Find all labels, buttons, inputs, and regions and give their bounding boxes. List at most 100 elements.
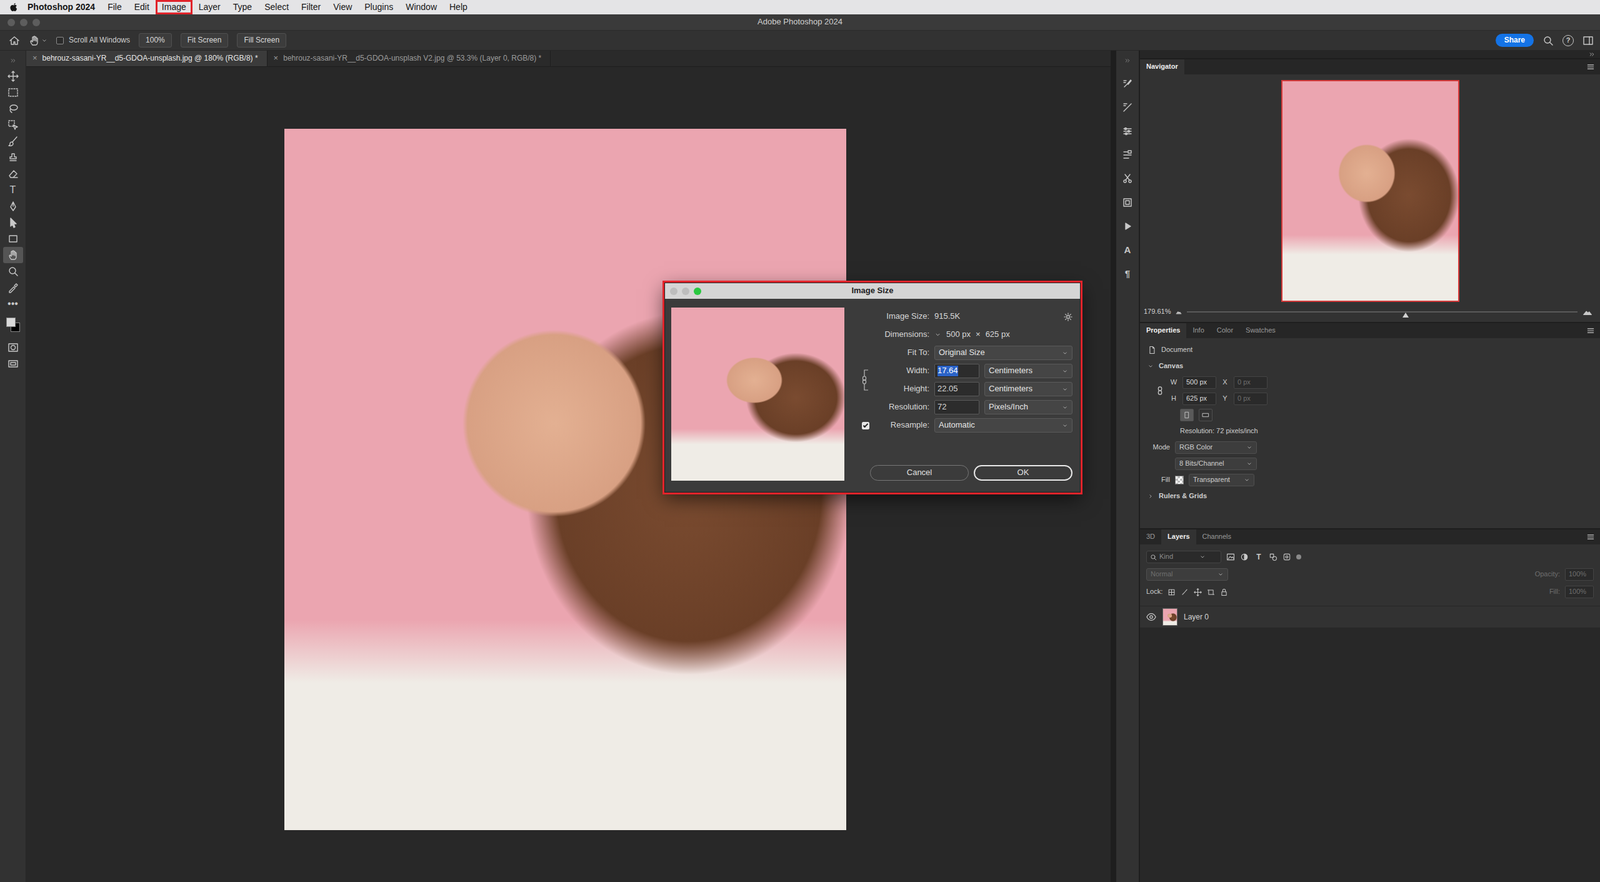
rulers-section-header[interactable]: Rulers & Grids	[1147, 488, 1594, 505]
constrain-proportions-link[interactable]	[858, 361, 874, 399]
menu-item[interactable]: Plugins	[359, 1, 399, 14]
collapse-icon[interactable]	[10, 53, 17, 69]
minimize-button[interactable]	[681, 287, 690, 295]
panel-button[interactable]	[1118, 170, 1137, 187]
help-button[interactable]: ?	[1562, 35, 1574, 47]
tool-button[interactable]	[3, 214, 24, 231]
home-icon[interactable]	[8, 35, 20, 47]
panel-button[interactable]	[1118, 75, 1137, 92]
tool-button[interactable]	[3, 100, 24, 117]
menu-item[interactable]: Window	[400, 1, 442, 14]
panel-menu-icon[interactable]	[1586, 529, 1595, 545]
menu-item[interactable]: Layer	[193, 1, 226, 14]
eye-icon[interactable]	[1146, 611, 1157, 622]
tool-preset-picker[interactable]	[28, 35, 48, 47]
tool-button[interactable]	[3, 339, 24, 356]
tool-button[interactable]	[3, 230, 24, 247]
tool-button[interactable]	[3, 68, 24, 85]
share-button[interactable]: Share	[1495, 33, 1534, 48]
tool-button[interactable]	[3, 246, 24, 264]
opacity-field[interactable]: 100%	[1565, 568, 1594, 581]
view-button[interactable]: Fill Screen	[236, 33, 287, 49]
height-unit-select[interactable]: Centimeters	[984, 381, 1073, 396]
canvas-x-field[interactable]: 0 px	[1233, 376, 1268, 389]
fill-select[interactable]: Transparent	[1188, 473, 1255, 487]
value-field[interactable]: 17.64	[934, 363, 980, 378]
panel-menu-icon[interactable]	[1586, 59, 1595, 75]
fit-to-select[interactable]: Original Size	[934, 345, 1073, 360]
navigator-thumbnail[interactable]	[1282, 81, 1459, 301]
fill-field[interactable]: 100%	[1565, 585, 1594, 599]
menu-item[interactable]: Help	[444, 1, 473, 14]
fill-swatch[interactable]	[1175, 475, 1184, 485]
layer-name[interactable]: Layer 0	[1183, 612, 1209, 622]
panel-button[interactable]	[1118, 99, 1137, 116]
shape-filter-icon[interactable]	[1268, 552, 1278, 562]
type-filter-icon[interactable]: T	[1253, 552, 1264, 562]
panel-button[interactable]: ¶	[1118, 265, 1137, 282]
view-button[interactable]: Fit Screen	[180, 33, 229, 49]
tool-button[interactable]	[3, 165, 24, 182]
menu-item[interactable]: View	[328, 1, 357, 14]
dialog-button[interactable]: Cancel	[870, 465, 969, 481]
scroll-all-windows-checkbox[interactable]	[56, 36, 64, 45]
menu-item[interactable]: Filter	[296, 1, 326, 14]
panel-tab[interactable]: Properties	[1140, 323, 1187, 339]
zoom-button[interactable]	[32, 18, 40, 27]
collapse-icon[interactable]	[1124, 53, 1131, 69]
zoom-out-icon[interactable]	[1175, 308, 1182, 315]
minimize-button[interactable]	[20, 18, 28, 27]
tool-button[interactable]: •••	[3, 295, 24, 312]
panel-button[interactable]	[1118, 194, 1137, 211]
close-tab-button[interactable]: ×	[273, 53, 279, 64]
zoom-slider-thumb[interactable]	[1402, 312, 1409, 318]
gear-icon[interactable]	[1063, 312, 1073, 322]
link-icon[interactable]	[1155, 385, 1165, 396]
panel-tab[interactable]: Navigator	[1140, 59, 1185, 75]
menu-item[interactable]: Edit	[129, 1, 155, 14]
document-tab[interactable]: ×behrouz-sasani-YR__d5-GDOA-unsplash.jpg…	[26, 50, 268, 67]
tool-button[interactable]	[3, 149, 24, 166]
canvas-w-field[interactable]: 500 px	[1182, 376, 1217, 389]
pixel-filter-icon[interactable]	[1226, 552, 1235, 562]
tool-button[interactable]	[3, 116, 24, 134]
tool-button[interactable]	[3, 355, 24, 372]
collapse-icon[interactable]	[1588, 51, 1595, 58]
chevron-icon[interactable]	[1147, 363, 1154, 370]
panel-tab[interactable]: Swatches	[1239, 323, 1282, 339]
zoom-button[interactable]	[693, 287, 702, 295]
resample-checkbox[interactable]	[861, 421, 870, 430]
scroll-all-windows[interactable]: Scroll All Windows	[56, 35, 130, 45]
zoom-value[interactable]: 179.61%	[1143, 307, 1171, 317]
menu-item[interactable]: Image	[156, 1, 192, 14]
bit-depth-select[interactable]: 8 Bits/Channel	[1175, 457, 1257, 470]
resample-select[interactable]: Automatic	[934, 418, 1073, 432]
close-button[interactable]	[7, 18, 15, 27]
panel-menu-icon[interactable]	[1586, 323, 1595, 339]
fill-control[interactable]: Fill:100%	[1549, 585, 1594, 599]
menu-item[interactable]: Select	[259, 1, 294, 14]
panel-tab[interactable]: Color	[1210, 323, 1240, 339]
lock-all-icon[interactable]	[1220, 588, 1229, 597]
apple-icon[interactable]	[8, 2, 19, 13]
opacity-control[interactable]: Opacity:100%	[1535, 568, 1594, 581]
lock-transparency-icon[interactable]	[1167, 588, 1176, 597]
tool-button[interactable]	[3, 84, 24, 101]
foreground-color-swatch[interactable]	[6, 317, 16, 327]
panel-tab[interactable]: Channels	[1196, 529, 1238, 545]
panel-button[interactable]	[1118, 218, 1137, 235]
workspace-icon[interactable]	[1582, 35, 1594, 47]
image-preview[interactable]	[671, 307, 845, 481]
tool-button[interactable]	[3, 263, 24, 280]
blend-mode-select[interactable]: Normal	[1146, 568, 1229, 581]
lock-artboard-icon[interactable]	[1206, 588, 1215, 597]
tool-button[interactable]	[3, 198, 24, 215]
resolution-unit-select[interactable]: Pixels/Inch	[984, 400, 1073, 414]
zoom-slider[interactable]	[1186, 311, 1578, 313]
canvas-h-field[interactable]: 625 px	[1182, 392, 1217, 405]
view-button[interactable]: 100%	[138, 33, 172, 49]
panel-tab[interactable]: Info	[1186, 323, 1210, 339]
lock-position-icon[interactable]	[1193, 588, 1202, 597]
filter-toggle[interactable]	[1296, 554, 1302, 560]
layer-filter-field[interactable]	[1146, 550, 1222, 564]
